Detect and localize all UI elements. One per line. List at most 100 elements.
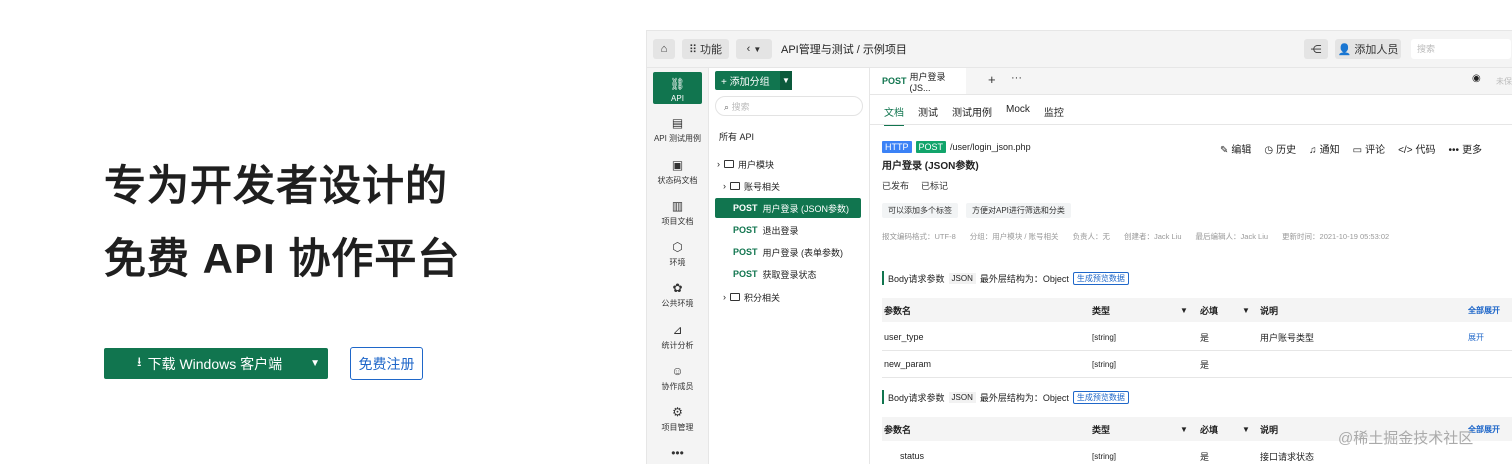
watermark: @稀土掘金技术社区 [1338, 430, 1474, 447]
more-icon: ••• [1448, 145, 1460, 156]
api-title: 用户登录 (JSON参数) [882, 161, 979, 172]
chevron-right-icon: › [717, 159, 720, 169]
search-icon: ⌕ [724, 102, 730, 112]
subtab-monitor[interactable]: 监控 [1044, 104, 1064, 126]
tag[interactable]: 可以添加多个标签 [882, 203, 958, 218]
features-button[interactable]: ⠿ 功能 [682, 39, 729, 59]
chart-icon: ⊿ [672, 323, 683, 337]
folder-icon [724, 160, 734, 168]
nav-item-api-testcases[interactable]: ▤ API 测试用例 [647, 116, 708, 144]
chevron-down-icon[interactable]: ▼ [310, 358, 320, 369]
search-input[interactable]: 搜索 [1411, 39, 1511, 59]
chevron-left-icon: ‹ [746, 43, 751, 55]
tab-login-json[interactable]: POST 用户登录 (JS... [870, 68, 966, 94]
link-icon: ⛓ [669, 77, 686, 91]
tree-folder-points[interactable]: › 积分相关 [723, 287, 780, 307]
api-tree: + 添加分组 ▼ ⌕ 搜索 所有 API › 用户模块 › 账号相关 POST 用户登… [709, 68, 870, 464]
history-button[interactable]: ◷ 历史 [1264, 141, 1296, 156]
method-badge: POST [915, 141, 947, 153]
expand-all-link[interactable]: 全部展开 [1468, 298, 1500, 322]
add-tab-icon[interactable]: + [988, 72, 996, 87]
chevron-right-icon: › [723, 181, 726, 191]
sort-icon[interactable]: ▼ [1242, 298, 1250, 322]
top-bar: ⌂ ⠿ 功能 ‹ ▼ API管理与测试 / 示例项目 ⋲ 👤 添加人员 搜索 [647, 31, 1512, 68]
table-row: user_type [string] 是 用户账号类型 展开 [882, 324, 1512, 351]
sub-tabs: 文档 测试 测试用例 Mock 监控 [884, 104, 1064, 126]
chevron-down-icon[interactable]: ▼ [780, 71, 792, 90]
api-path: /user/login_json.php [950, 142, 1031, 152]
tree-item-login-json[interactable]: POST 用户登录 (JSON参数) [715, 198, 861, 218]
add-member-button[interactable]: 👤 添加人员 [1335, 39, 1401, 59]
tree-item-login-form[interactable]: POST 用户登录 (表单参数) [733, 242, 843, 262]
nav-item-status-codes[interactable]: ▣ 状态码文档 [647, 158, 708, 186]
tree-item-login-status[interactable]: POST 获取登录状态 [733, 264, 817, 284]
unsaved-label: 未保 [1496, 77, 1512, 86]
tree-search-input[interactable]: ⌕ 搜索 [715, 96, 863, 116]
body-params-header-2: Body请求参数 JSON 最外层结构为：Object 生成预览数据 [882, 390, 1129, 404]
clock-icon: ◷ [1264, 145, 1274, 156]
edit-button[interactable]: ✎ 编辑 [1220, 141, 1251, 156]
status-marked: 已标记 [921, 181, 949, 191]
generate-preview-button[interactable]: 生成预览数据 [1072, 271, 1129, 285]
register-button[interactable]: 免费注册 [350, 347, 423, 380]
nav-item-api[interactable]: ⛓ API [653, 72, 702, 104]
notify-button[interactable]: ♫ 通知 [1309, 141, 1340, 156]
eye-icon[interactable]: ◉ [1472, 73, 1481, 84]
sort-icon[interactable]: ▼ [1242, 417, 1250, 441]
more-icon[interactable]: ••• [647, 446, 708, 460]
nav-item-stats[interactable]: ⊿ 统计分析 [647, 323, 708, 351]
more-button[interactable]: ••• 更多 [1449, 141, 1483, 156]
main-panel: POST 用户登录 (JS... + ··· ◉ 未保 文档 测试 测试用例 Mo… [870, 68, 1512, 464]
code-button[interactable]: </> 代码 [1398, 141, 1435, 156]
pencil-icon: ✎ [1220, 145, 1229, 156]
back-nav-button[interactable]: ‹ ▼ [736, 39, 772, 59]
expand-link[interactable]: 展开 [1468, 324, 1484, 350]
table-header: 参数名 类型 ▼ 必填 ▼ 说明 全部展开 [882, 298, 1512, 322]
breadcrumb: API管理与测试 / 示例项目 [781, 44, 907, 56]
book-icon: ▥ [671, 199, 684, 213]
sort-icon[interactable]: ▼ [1180, 417, 1188, 441]
subtab-testcases[interactable]: 测试用例 [952, 104, 992, 126]
subtab-mock[interactable]: Mock [1006, 104, 1030, 126]
download-windows-button[interactable]: ⭳ 下载 Windows 客户端 ▼ [104, 348, 328, 379]
subtab-docs[interactable]: 文档 [884, 104, 904, 126]
add-group-button[interactable]: + 添加分组 ▼ [715, 71, 792, 90]
nav-item-project-settings[interactable]: ⚙ 项目管理 [647, 405, 708, 433]
app-preview: ⌂ ⠿ 功能 ‹ ▼ API管理与测试 / 示例项目 ⋲ 👤 添加人员 搜索 ⛓… [646, 30, 1512, 464]
download-icon: ⭳ [137, 353, 142, 369]
nav-item-project-docs[interactable]: ▥ 项目文档 [647, 199, 708, 227]
divider [870, 124, 1512, 125]
grid-icon: ⠿ [688, 43, 698, 56]
share-icon[interactable]: ⋲ [1304, 39, 1328, 59]
folder-icon [730, 293, 740, 301]
tree-item-logout[interactable]: POST 退出登录 [733, 220, 799, 240]
comment-button[interactable]: ▭ 评论 [1353, 141, 1385, 156]
status-row: 已发布 已标记 [882, 179, 948, 192]
tag[interactable]: 方便对API进行筛选和分类 [966, 203, 1071, 218]
status-published: 已发布 [882, 181, 910, 191]
api-actions: ✎ 编辑 ◷ 历史 ♫ 通知 ▭ 评论 </> 代码 ••• 更多 [1220, 141, 1482, 156]
bell-icon: ♫ [1309, 145, 1317, 156]
generate-preview-button[interactable]: 生成预览数据 [1072, 390, 1129, 404]
tag-row: 可以添加多个标签 方便对API进行筛选和分类 [882, 203, 1071, 218]
body-params-header: Body请求参数 JSON 最外层结构为：Object 生成预览数据 [882, 271, 1129, 285]
download-label: 下载 Windows 客户端 [147, 355, 283, 372]
nav-item-members[interactable]: ☺ 协作成员 [647, 364, 708, 392]
tab-more-icon[interactable]: ··· [1011, 72, 1022, 84]
code-icon: </> [1398, 145, 1413, 156]
chevron-right-icon: › [723, 292, 726, 302]
left-nav: ⛓ API ▤ API 测试用例 ▣ 状态码文档 ▥ 项目文档 ⬡ 环境 ✿ 公… [647, 68, 709, 464]
chevron-down-icon: ▼ [753, 44, 762, 54]
subtab-test[interactable]: 测试 [918, 104, 938, 126]
tree-folder-account[interactable]: › 账号相关 [723, 176, 780, 196]
meta-row: 报文编码格式：UTF-8 分组：用户模块 / 账号相关 负责人：无 创建者：Ja… [882, 232, 1390, 241]
folder-icon [730, 182, 740, 190]
nav-item-env[interactable]: ⬡ 环境 [647, 240, 708, 268]
tree-folder-user-module[interactable]: › 用户模块 [717, 154, 774, 174]
tree-all-api[interactable]: 所有 API [719, 126, 754, 146]
people-icon: ☺ [671, 364, 684, 378]
home-icon[interactable]: ⌂ [653, 39, 675, 59]
nav-item-public-env[interactable]: ✿ 公共环境 [647, 281, 708, 309]
sort-icon[interactable]: ▼ [1180, 298, 1188, 322]
doc-icon: ▣ [671, 158, 684, 172]
